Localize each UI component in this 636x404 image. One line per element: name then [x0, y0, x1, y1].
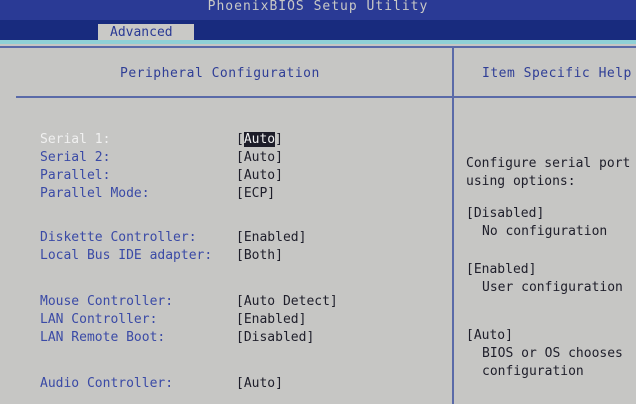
help-title: Item Specific Help — [482, 66, 632, 81]
setting-row-audio-controller[interactable]: Audio Controller: [Auto] — [40, 376, 283, 391]
setting-label: LAN Controller: — [40, 312, 158, 327]
help-line: [Auto] — [466, 328, 513, 343]
header-divider — [16, 96, 636, 98]
setting-value[interactable]: [ECP] — [236, 186, 275, 201]
setting-value[interactable]: [Enabled] — [236, 312, 306, 327]
setting-row-serial-2[interactable]: Serial 2: [Auto] — [40, 150, 283, 165]
help-line: configuration — [482, 364, 584, 379]
setting-value[interactable]: [Disabled] — [236, 330, 314, 345]
setting-value[interactable]: [Auto] — [236, 132, 283, 147]
setting-row-local-bus-ide[interactable]: Local Bus IDE adapter: [Both] — [40, 248, 283, 263]
setting-label: Parallel: — [40, 168, 111, 183]
setting-label: Parallel Mode: — [40, 186, 150, 201]
setting-label: Diskette Controller: — [40, 230, 197, 245]
title-bar: PhoenixBIOS Setup Utility — [0, 0, 636, 20]
setting-label: Audio Controller: — [40, 376, 174, 391]
menu-divider — [0, 40, 636, 44]
setting-row-lan-controller[interactable]: LAN Controller: [Enabled] — [40, 312, 306, 327]
frame-top-border — [0, 46, 636, 48]
menu-bar: Advanced — [0, 20, 636, 42]
help-line: BIOS or OS chooses — [482, 346, 623, 361]
setting-value[interactable]: [Auto] — [236, 168, 283, 183]
help-line: Configure serial port — [466, 156, 631, 171]
setting-row-diskette-controller[interactable]: Diskette Controller: [Enabled] — [40, 230, 306, 245]
setting-label: Serial 1: — [40, 132, 111, 147]
setting-label: Serial 2: — [40, 150, 111, 165]
setting-label: Mouse Controller: — [40, 294, 174, 309]
help-line: No configuration — [482, 224, 608, 239]
setting-row-parallel-mode[interactable]: Parallel Mode: [ECP] — [40, 186, 275, 201]
setting-row-serial-1[interactable]: Serial 1: [Auto] — [40, 132, 283, 147]
setting-value[interactable]: [Auto] — [236, 376, 283, 391]
setting-value[interactable]: [Enabled] — [236, 230, 306, 245]
selected-value[interactable]: Auto — [243, 132, 276, 147]
setting-value[interactable]: [Auto] — [236, 150, 283, 165]
help-line: using options: — [466, 174, 576, 189]
panel-title: Peripheral Configuration — [120, 66, 320, 81]
setting-row-mouse-controller[interactable]: Mouse Controller: [Auto Detect] — [40, 294, 338, 309]
setting-label: Local Bus IDE adapter: — [40, 248, 213, 263]
help-line: [Disabled] — [466, 206, 545, 221]
window-title: PhoenixBIOS Setup Utility — [207, 0, 429, 14]
panel-divider — [452, 46, 454, 404]
help-line: [Enabled] — [466, 262, 537, 277]
setting-value[interactable]: [Auto Detect] — [236, 294, 338, 309]
setting-value[interactable]: [Both] — [236, 248, 283, 263]
help-line: User configuration — [482, 280, 623, 295]
setting-label: LAN Remote Boot: — [40, 330, 166, 345]
setting-row-lan-remote-boot[interactable]: LAN Remote Boot: [Disabled] — [40, 330, 314, 345]
setting-row-parallel[interactable]: Parallel: [Auto] — [40, 168, 283, 183]
